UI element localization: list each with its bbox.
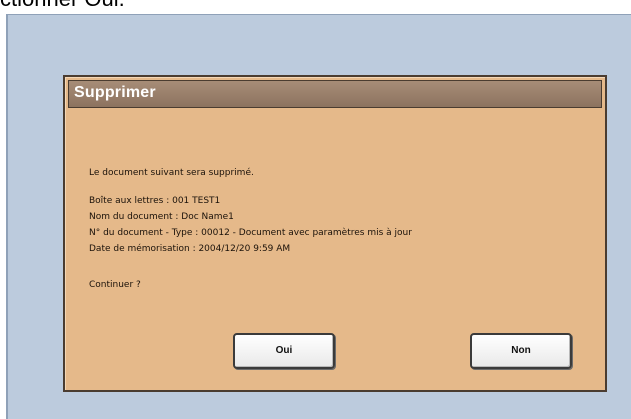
no-button[interactable]: Non (470, 333, 572, 369)
touch-screen-panel: Supprimer Le document suivant sera suppr… (6, 14, 631, 419)
dialog-titlebar: Supprimer (68, 80, 602, 108)
intro-text: Le document suivant sera supprimé. (89, 168, 254, 178)
yes-button[interactable]: Oui (233, 333, 335, 369)
mailbox-line: Boîte aux lettres : 001 TEST1 (89, 196, 221, 206)
dialog-title: Supprimer (74, 84, 156, 101)
continue-question: Continuer ? (89, 280, 141, 290)
document-number-line: N° du document - Type : 00012 - Document… (89, 228, 412, 238)
delete-dialog: Supprimer Le document suivant sera suppr… (63, 75, 607, 392)
document-name-line: Nom du document : Doc Name1 (89, 212, 234, 222)
storage-date-line: Date de mémorisation : 2004/12/20 9:59 A… (89, 244, 291, 254)
page: ctionner Oui. Supprimer Le document suiv… (0, 0, 631, 419)
